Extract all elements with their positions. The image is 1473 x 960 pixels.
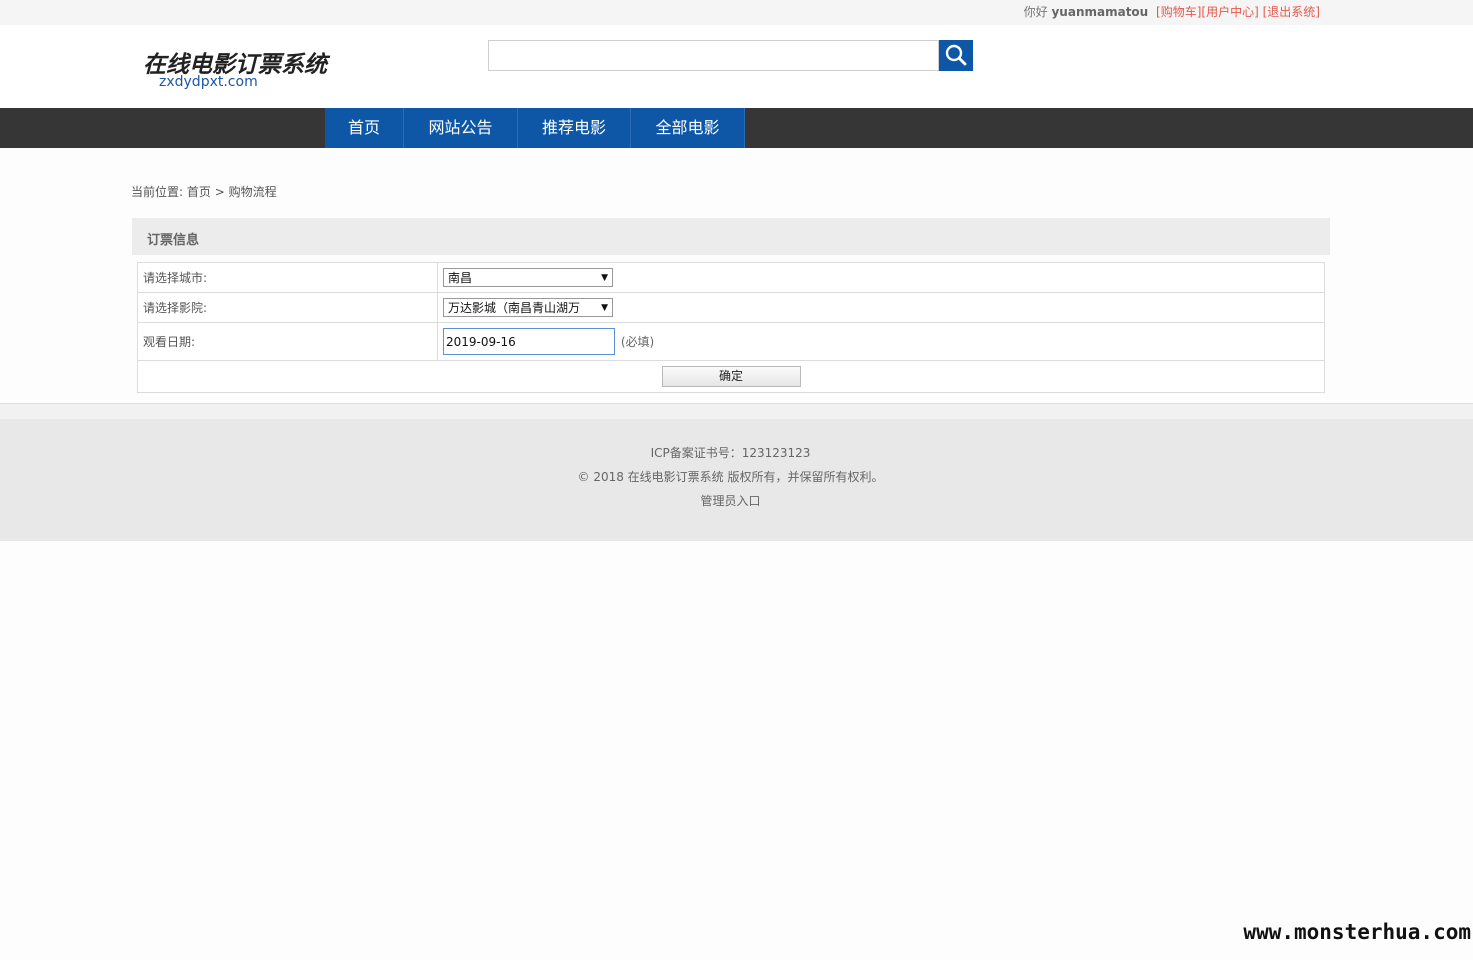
date-row: 观看日期: (必填) <box>137 322 1325 361</box>
city-cell: 南昌 ▼ <box>437 262 1325 293</box>
panel-title: 订票信息 <box>147 233 200 248</box>
submit-cell: 确定 <box>137 360 1325 393</box>
chevron-down-icon: ▼ <box>601 273 608 283</box>
date-input[interactable] <box>443 328 615 355</box>
breadcrumb: 当前位置: 首页 > 购物流程 <box>131 183 277 200</box>
cinema-row: 请选择影院: 万达影城（南昌青山湖万 ▼ <box>137 292 1325 323</box>
nav-item-home[interactable]: 首页 <box>325 108 404 148</box>
submit-row: 确定 <box>137 360 1325 393</box>
copyright-text: © 2018 在线电影订票系统 版权所有，并保留所有权利。 <box>577 470 884 484</box>
required-note: (必填) <box>620 335 655 349</box>
cinema-cell: 万达影城（南昌青山湖万 ▼ <box>437 292 1325 323</box>
logout-link[interactable]: [退出系统] <box>1263 5 1320 19</box>
user-center-link[interactable]: [用户中心] <box>1201 5 1258 19</box>
footer-divider <box>0 403 1473 419</box>
header: 在线电影订票系统 zxdydpxt.com <box>0 25 1473 108</box>
search-input[interactable] <box>488 40 939 71</box>
breadcrumb-prefix: 当前位置: <box>131 185 187 199</box>
username: yuanmamatou <box>1051 5 1149 19</box>
cinema-label: 请选择影院: <box>137 292 438 323</box>
cart-link[interactable]: [购物车] <box>1156 5 1201 19</box>
breadcrumb-current: 购物流程 <box>228 185 277 199</box>
date-label: 观看日期: <box>137 322 438 361</box>
site-logo[interactable]: 在线电影订票系统 zxdydpxt.com <box>143 45 327 93</box>
date-cell: (必填) <box>437 322 1325 361</box>
nav-item-announcements[interactable]: 网站公告 <box>404 108 518 148</box>
booking-form: 请选择城市: 南昌 ▼ 请选择影院: 万达影城（南昌青山湖万 ▼ 观看日期: (必填… <box>137 262 1325 393</box>
icp-text: ICP备案证书号：123123123 <box>650 446 811 460</box>
main-nav: 首页 网站公告 推荐电影 全部电影 <box>0 108 1473 148</box>
cinema-select[interactable]: 万达影城（南昌青山湖万 ▼ <box>443 298 613 317</box>
chevron-down-icon: ▼ <box>601 303 608 313</box>
user-links: 你好 yuanmamatou [购物车][用户中心] [退出系统] <box>1024 3 1320 20</box>
search-button[interactable] <box>939 40 973 71</box>
admin-link[interactable]: 管理员入口 <box>0 492 1461 509</box>
nav-item-all-movies[interactable]: 全部电影 <box>631 108 745 148</box>
top-bar: 你好 yuanmamatou [购物车][用户中心] [退出系统] <box>0 0 1473 25</box>
city-label: 请选择城市: <box>137 262 438 293</box>
city-select[interactable]: 南昌 ▼ <box>443 268 613 287</box>
search-icon <box>945 44 967 66</box>
greeting-text: 你好 <box>1023 5 1048 19</box>
cinema-select-value: 万达影城（南昌青山湖万 <box>448 301 581 315</box>
city-row: 请选择城市: 南昌 ▼ <box>137 262 1325 293</box>
nav-item-recommended[interactable]: 推荐电影 <box>518 108 631 148</box>
breadcrumb-separator: > <box>210 185 229 199</box>
breadcrumb-home-link[interactable]: 首页 <box>187 185 211 199</box>
logo-en-text: zxdydpxt.com <box>159 74 258 90</box>
city-select-value: 南昌 <box>448 271 473 285</box>
watermark-text: www.monsterhua.com <box>1243 920 1471 944</box>
confirm-button[interactable]: 确定 <box>661 366 801 387</box>
panel-header: 订票信息 <box>132 218 1330 255</box>
footer: ICP备案证书号：123123123 © 2018 在线电影订票系统 版权所有，… <box>0 419 1473 541</box>
